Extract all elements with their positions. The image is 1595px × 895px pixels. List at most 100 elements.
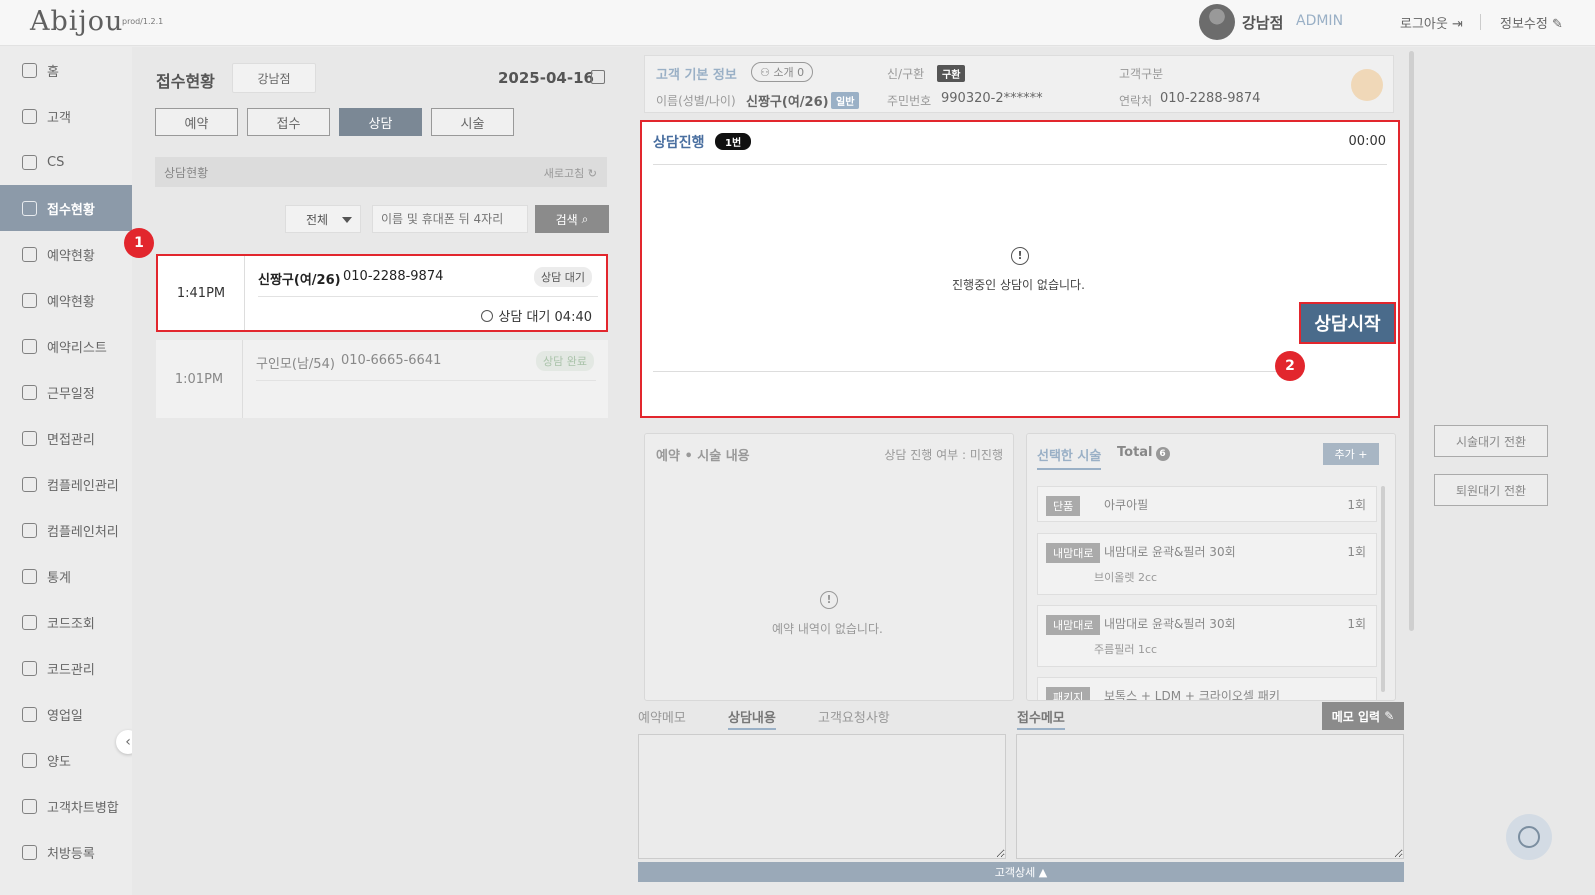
prescription-icon	[22, 844, 37, 860]
grade-tag: 일반	[831, 92, 860, 109]
hierarchy-edit-icon	[22, 660, 37, 676]
pencil-icon: ✎	[1384, 709, 1395, 723]
users-icon: ⚇	[760, 66, 774, 79]
consult-status-bar: 상담현황 새로고침 ↻	[155, 157, 607, 187]
card-time: 1:01PM	[156, 340, 243, 418]
consult-timer: 00:00	[1348, 134, 1386, 149]
card-name: 구인모(남/54)	[256, 357, 335, 372]
list-item[interactable]: 패키지 보톡스 + LDM + 크라이오셀 패키	[1037, 677, 1377, 701]
app-version: prod/1.2.1	[122, 17, 164, 26]
add-treatment-button[interactable]: 추가 +	[1323, 443, 1379, 465]
sidebar-item-stats[interactable]: 통계	[0, 553, 132, 599]
reservation-treatment-panel: 예약 • 시술 내용 상담 진행 여부 : 미진행 ! 예약 내역이 없습니다.	[644, 433, 1014, 701]
list-item[interactable]: 내맘대로 내맘대로 윤곽&필러 30회 1회 브이올렛 2cc	[1037, 533, 1377, 595]
sidebar-item-code-manage[interactable]: 코드관리	[0, 645, 132, 691]
sidebar-item-work-schedule[interactable]: 근무일정	[0, 369, 132, 415]
sidebar-item-code-view[interactable]: 코드조회	[0, 599, 132, 645]
sidebar-item-business-day[interactable]: 영업일	[0, 691, 132, 737]
page-title: 접수현황	[156, 72, 215, 91]
people-icon	[22, 200, 37, 216]
customer-info-title: 고객 기본 정보	[656, 68, 737, 83]
consult-detail-area: 고객 기본 정보 ⚇ 소개 0 신/구환 구환 고객구분 이름(성별/나이) 신…	[628, 47, 1595, 895]
edit-info-link[interactable]: 정보수정 ✎	[1500, 13, 1563, 32]
sidebar-item-home[interactable]: 홈	[0, 47, 132, 93]
branch-chip[interactable]: 강남점	[232, 63, 316, 93]
tab-reception[interactable]: 접수	[247, 108, 330, 136]
consult-card[interactable]: 1:01PM 구인모(남/54) 010-6665-6641 상담 완료	[156, 340, 608, 418]
tab-reservation-memo[interactable]: 예약메모	[638, 707, 686, 726]
list-item[interactable]: 단품 아쿠아필 1회	[1037, 486, 1377, 522]
sidebar-item-reservation-status-2[interactable]: 예약현황	[0, 277, 132, 323]
selected-treatments-panel: 선택한 시술 Total 6 추가 + 단품 아쿠아필 1회 내맘대로 내맘대로 …	[1026, 433, 1396, 701]
list-item[interactable]: 내맘대로 내맘대로 윤곽&필러 30회 1회 주름필러 1cc	[1037, 605, 1377, 667]
treatment-count: 1회	[1347, 617, 1366, 631]
memo-input-button[interactable]: 메모 입력 ✎	[1322, 702, 1404, 730]
consult-divider-bottom	[653, 371, 1303, 372]
total-count-badge: 6	[1155, 447, 1170, 461]
filter-select[interactable]: 전체	[285, 205, 361, 233]
sidebar-item-reception[interactable]: 접수현황	[0, 185, 132, 231]
consult-content-textarea[interactable]	[638, 734, 1006, 859]
card-divider	[256, 380, 596, 381]
sidebar-item-chart-merge[interactable]: 고객차트병합	[0, 783, 132, 829]
treatment-count: 1회	[1347, 498, 1366, 512]
chat-icon[interactable]	[1506, 814, 1552, 860]
sidebar-item-transfer[interactable]: 양도	[0, 737, 132, 783]
treatment-scrollbar[interactable]	[1381, 486, 1385, 692]
name-label: 이름(성별/나이)	[656, 94, 736, 108]
consult-empty-message: 진행중인 상담이 없습니다.	[952, 278, 1085, 292]
sidebar-item-reservation-list[interactable]: 예약리스트	[0, 323, 132, 369]
treatment-sub: 주름필러 1cc	[1094, 643, 1158, 656]
tab-treatment[interactable]: 시술	[431, 108, 514, 136]
calendar-icon[interactable]	[591, 70, 605, 84]
tab-consult-content[interactable]: 상담내용	[728, 707, 776, 730]
logout-link[interactable]: 로그아웃 ⇥	[1400, 13, 1463, 32]
sidebar-item-reservation-status[interactable]: 예약현황	[0, 231, 132, 277]
schedule-icon	[22, 384, 37, 400]
selected-treatments-title[interactable]: 선택한 시술	[1037, 445, 1102, 470]
consult-number-badge: 1번	[715, 133, 752, 150]
intro-count-chip[interactable]: ⚇ 소개 0	[751, 62, 814, 82]
consult-card-selected[interactable]: 1:41PM 신짱구(여/26) 010-2288-9874 상담 대기 상담 …	[156, 254, 608, 332]
chevron-down-icon	[342, 217, 352, 223]
search-button[interactable]: 검색 ⌕	[535, 205, 609, 233]
sidebar-item-prescription[interactable]: 처방등록	[0, 829, 132, 875]
treatment-name: 보톡스 + LDM + 크라이오셀 패키	[1104, 689, 1280, 701]
pencil-icon: ✎	[1551, 17, 1563, 32]
sidebar-item-complaint-handle[interactable]: 컴플레인처리	[0, 507, 132, 553]
date-display: 2025-04-16	[498, 69, 594, 87]
treatment-wait-button[interactable]: 시술대기 전환	[1434, 425, 1548, 457]
sidebar-item-interview[interactable]: 면접관리	[0, 415, 132, 461]
ssn-value: 990320-2******	[941, 91, 1043, 106]
mail-icon[interactable]	[1351, 69, 1383, 101]
transfer-icon	[22, 752, 37, 768]
sidebar-item-cs[interactable]: CS	[0, 139, 132, 185]
reception-panel: 접수현황 강남점 2025-04-16 예약 접수 상담 시술 상담현황 새로고…	[132, 47, 628, 895]
avatar	[1199, 4, 1235, 40]
start-consult-button[interactable]: 상담시작	[1299, 302, 1396, 344]
customer-name: 신짱구(여/26)	[746, 95, 829, 110]
list-icon	[22, 338, 37, 354]
merge-icon	[22, 798, 37, 814]
sidebar-item-customer[interactable]: 고객	[0, 93, 132, 139]
refresh-button[interactable]: 새로고침 ↻	[544, 165, 597, 181]
reservation-empty-message: 예약 내역이 없습니다.	[772, 622, 883, 636]
sidebar: 홈 고객 CS 접수현황 예약현황 예약현황 예약리스트 근무일정 면접관리 컴…	[0, 47, 140, 895]
reception-memo-textarea[interactable]	[1016, 734, 1404, 859]
users-icon	[22, 108, 37, 124]
search-input[interactable]	[372, 205, 528, 233]
vertical-scrollbar[interactable]	[1409, 51, 1414, 631]
tab-reception-memo[interactable]: 접수메모	[1017, 707, 1065, 730]
tab-customer-request[interactable]: 고객요청사항	[818, 707, 890, 726]
card-name: 신짱구(여/26)	[258, 273, 341, 288]
app-logo[interactable]: Abijou	[30, 6, 123, 37]
tab-consult[interactable]: 상담	[339, 108, 422, 136]
sad-face-icon	[22, 476, 37, 492]
customer-detail-toggle[interactable]: 고객상세 ▲	[638, 862, 1404, 882]
tab-reservation[interactable]: 예약	[155, 108, 238, 136]
leave-wait-button[interactable]: 퇴원대기 전환	[1434, 474, 1548, 506]
interview-icon	[22, 430, 37, 446]
sidebar-item-complaint-manage[interactable]: 컴플레인관리	[0, 461, 132, 507]
treatment-name: 내맘대로 윤곽&필러 30회	[1104, 545, 1236, 559]
treatment-tag: 내맘대로	[1046, 543, 1101, 563]
